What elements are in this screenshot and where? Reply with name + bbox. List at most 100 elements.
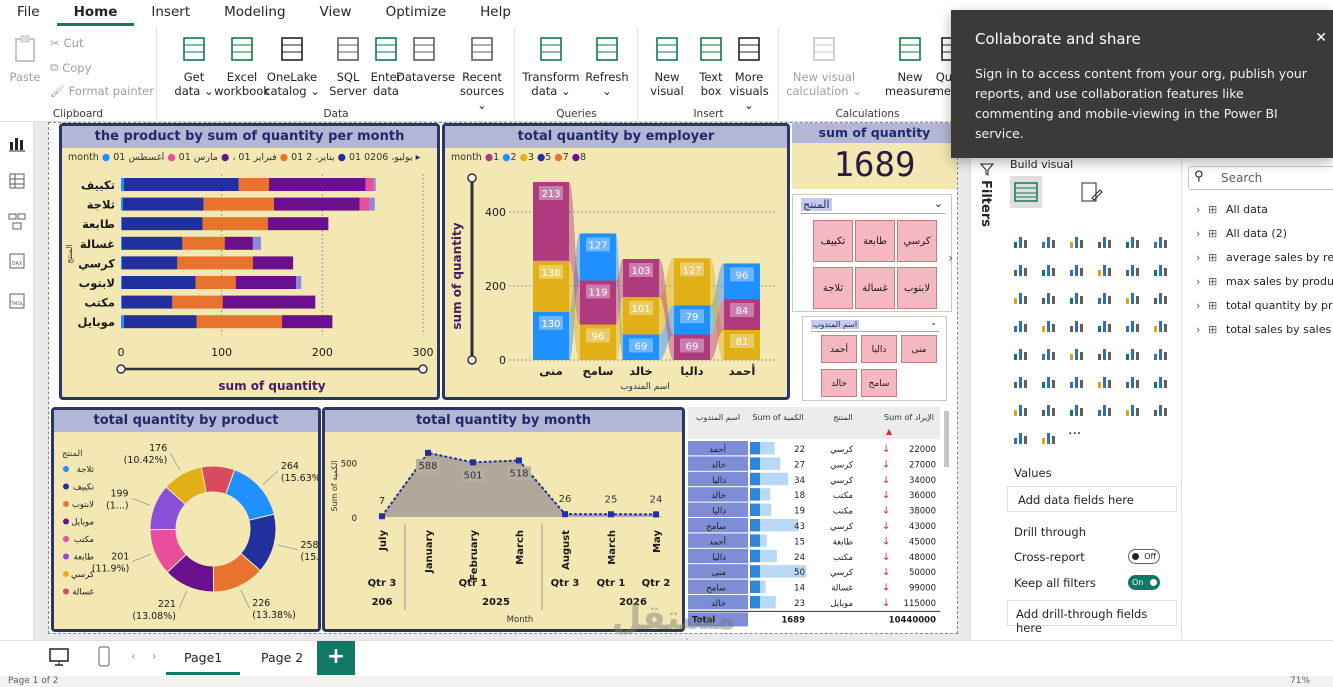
zoom-slider-handle-end[interactable] bbox=[418, 364, 428, 374]
data-table-item[interactable]: › ⊞ total quantity by pr bbox=[1196, 299, 1333, 317]
bar-segment[interactable] bbox=[122, 217, 203, 231]
bar-segment[interactable] bbox=[252, 236, 261, 250]
bar-segment[interactable] bbox=[121, 197, 124, 211]
copy-button[interactable]: ⧉ Copy bbox=[50, 60, 91, 75]
waterfall-icon[interactable] bbox=[1012, 288, 1030, 306]
chevron-right-icon[interactable]: › bbox=[948, 251, 953, 265]
product-slicer[interactable]: المنتج ⌄ كرسي طابعة تكييف لابتوب غسالة ثلاجة › bbox=[792, 194, 953, 312]
decomposition-tree-icon[interactable] bbox=[1040, 372, 1058, 390]
desktop-layout-icon[interactable] bbox=[48, 647, 70, 667]
bar-segment[interactable] bbox=[282, 315, 333, 329]
filled-map-icon[interactable] bbox=[1040, 316, 1058, 334]
data-point[interactable] bbox=[379, 513, 385, 520]
tab-page1[interactable]: Page1 bbox=[166, 643, 241, 675]
menu-view[interactable]: View bbox=[303, 0, 369, 26]
image-icon[interactable] bbox=[1096, 400, 1114, 418]
data-point[interactable] bbox=[562, 511, 568, 518]
expand-chevron-icon[interactable]: › bbox=[1196, 275, 1208, 288]
slicer-tile[interactable]: خالد bbox=[821, 369, 857, 397]
data-point[interactable] bbox=[608, 511, 614, 518]
data-table-item[interactable]: › ⊞ total sales by sales r bbox=[1196, 323, 1333, 341]
slicer-tile[interactable]: كرسي bbox=[897, 220, 937, 262]
key-influencers-icon[interactable] bbox=[1012, 372, 1030, 390]
expand-chevron-icon[interactable]: › bbox=[1196, 299, 1208, 312]
slicer-tile[interactable]: أحمد bbox=[821, 335, 857, 363]
quantity-by-product-visual[interactable]: total quantity by product المنتج ثلاجة تكي… bbox=[51, 407, 321, 632]
expand-chevron-icon[interactable]: › bbox=[1196, 251, 1208, 264]
data-buttons-btn-1[interactable]: Excel workbook bbox=[214, 34, 270, 98]
bar-segment[interactable] bbox=[365, 178, 374, 191]
report-view-icon[interactable] bbox=[8, 134, 26, 152]
more-options-icon[interactable]: ··· bbox=[1068, 426, 1081, 442]
stacked-area-icon[interactable] bbox=[1068, 260, 1086, 278]
ribbon-chart-icon[interactable] bbox=[1152, 260, 1170, 278]
table-header[interactable]: المنتج bbox=[833, 413, 852, 422]
table-scrollbar[interactable] bbox=[944, 411, 949, 467]
dax-query-view-icon[interactable]: DAX bbox=[8, 252, 26, 270]
expand-chevron-icon[interactable]: › bbox=[1196, 203, 1208, 216]
bar-segment[interactable] bbox=[359, 197, 370, 211]
quantity-by-employer-visual[interactable]: total quantity by employer month ●1 ●2 ●… bbox=[442, 123, 790, 400]
line-column-icon[interactable] bbox=[1096, 260, 1114, 278]
bar-segment[interactable] bbox=[121, 178, 125, 191]
teams-icon[interactable] bbox=[1068, 400, 1086, 418]
menu-insert[interactable]: Insert bbox=[134, 0, 207, 26]
sum-of-quantity-card[interactable]: sum of quantity 1689 bbox=[792, 123, 957, 189]
slicer-tile[interactable]: لابتوب bbox=[897, 267, 937, 309]
power-apps-icon[interactable] bbox=[1012, 400, 1030, 418]
bar-segment[interactable] bbox=[369, 197, 375, 211]
bar-segment[interactable] bbox=[121, 217, 123, 231]
cross-report-toggle[interactable]: Off bbox=[1128, 549, 1160, 564]
bar-segment[interactable] bbox=[268, 178, 366, 191]
paginated-icon[interactable] bbox=[1152, 372, 1170, 390]
line-clustered-icon[interactable] bbox=[1124, 260, 1142, 278]
table-header[interactable]: Sum of الكمية bbox=[752, 413, 803, 422]
bar-segment[interactable] bbox=[182, 236, 225, 250]
data-point[interactable] bbox=[653, 511, 659, 518]
map-icon[interactable] bbox=[1012, 316, 1030, 334]
zoom-slider-handle-end[interactable] bbox=[467, 173, 477, 183]
bar-segment[interactable] bbox=[122, 256, 178, 270]
add-page-button[interactable]: + bbox=[317, 641, 355, 675]
gauge-icon[interactable] bbox=[1096, 316, 1114, 334]
power-automate-icon[interactable] bbox=[1040, 400, 1058, 418]
funnel-icon[interactable] bbox=[1040, 288, 1058, 306]
table-header[interactable]: Sum of الإيراد bbox=[884, 413, 934, 423]
filters-pane-collapsed[interactable]: Filters bbox=[970, 122, 1002, 640]
data-table-item[interactable]: › ⊞ average sales by reg bbox=[1196, 251, 1333, 269]
kpi-icon[interactable] bbox=[1012, 344, 1030, 362]
metrics-icon[interactable] bbox=[1124, 372, 1142, 390]
menu-home[interactable]: Home bbox=[56, 0, 135, 26]
bar-segment[interactable] bbox=[124, 178, 239, 191]
data-buttons-btn-2[interactable]: OneLake catalog ⌄ bbox=[264, 34, 320, 98]
bar-segment[interactable] bbox=[252, 256, 294, 270]
data-buttons-btn-5[interactable]: Dataverse bbox=[396, 34, 455, 84]
table-header[interactable]: اسم المندوب bbox=[696, 413, 740, 422]
tab-page2[interactable]: Page 2 bbox=[243, 643, 321, 675]
build-visual-tab-icon[interactable] bbox=[1010, 176, 1042, 208]
treemap-icon[interactable] bbox=[1152, 288, 1170, 306]
data-table-item[interactable]: › ⊞ max sales by produ bbox=[1196, 275, 1333, 293]
clustered-column-icon[interactable] bbox=[1096, 232, 1114, 250]
cut-button[interactable]: ✂ Cut bbox=[50, 36, 83, 50]
bar-segment[interactable] bbox=[121, 236, 123, 250]
table-view-icon[interactable] bbox=[8, 172, 26, 190]
slicer-header[interactable]: المنتج ⌄ bbox=[801, 197, 945, 214]
bar-segment[interactable] bbox=[202, 217, 268, 231]
bar-segment[interactable] bbox=[222, 295, 316, 309]
slicer-header[interactable]: اسم المندوب ⌄ bbox=[811, 318, 939, 332]
slicer-tile[interactable]: داليا bbox=[861, 335, 897, 363]
buttons-icon[interactable] bbox=[1124, 400, 1142, 418]
values-drop-zone[interactable]: Add data fields here bbox=[1007, 486, 1177, 512]
sort-ascending-icon[interactable]: ▲ bbox=[886, 427, 893, 436]
azure-map-icon[interactable] bbox=[1068, 316, 1086, 334]
bar-segment[interactable] bbox=[235, 276, 297, 289]
queries-buttons-btn-1[interactable]: Refresh ⌄ bbox=[578, 34, 636, 98]
100-column-icon[interactable] bbox=[1152, 232, 1170, 250]
clustered-bar-icon[interactable] bbox=[1068, 232, 1086, 250]
menu-help[interactable]: Help bbox=[463, 0, 528, 26]
bar-segment[interactable] bbox=[121, 276, 123, 289]
table-icon[interactable] bbox=[1068, 344, 1086, 362]
stacked-column-icon[interactable] bbox=[1040, 232, 1058, 250]
bar-segment[interactable] bbox=[296, 276, 302, 289]
